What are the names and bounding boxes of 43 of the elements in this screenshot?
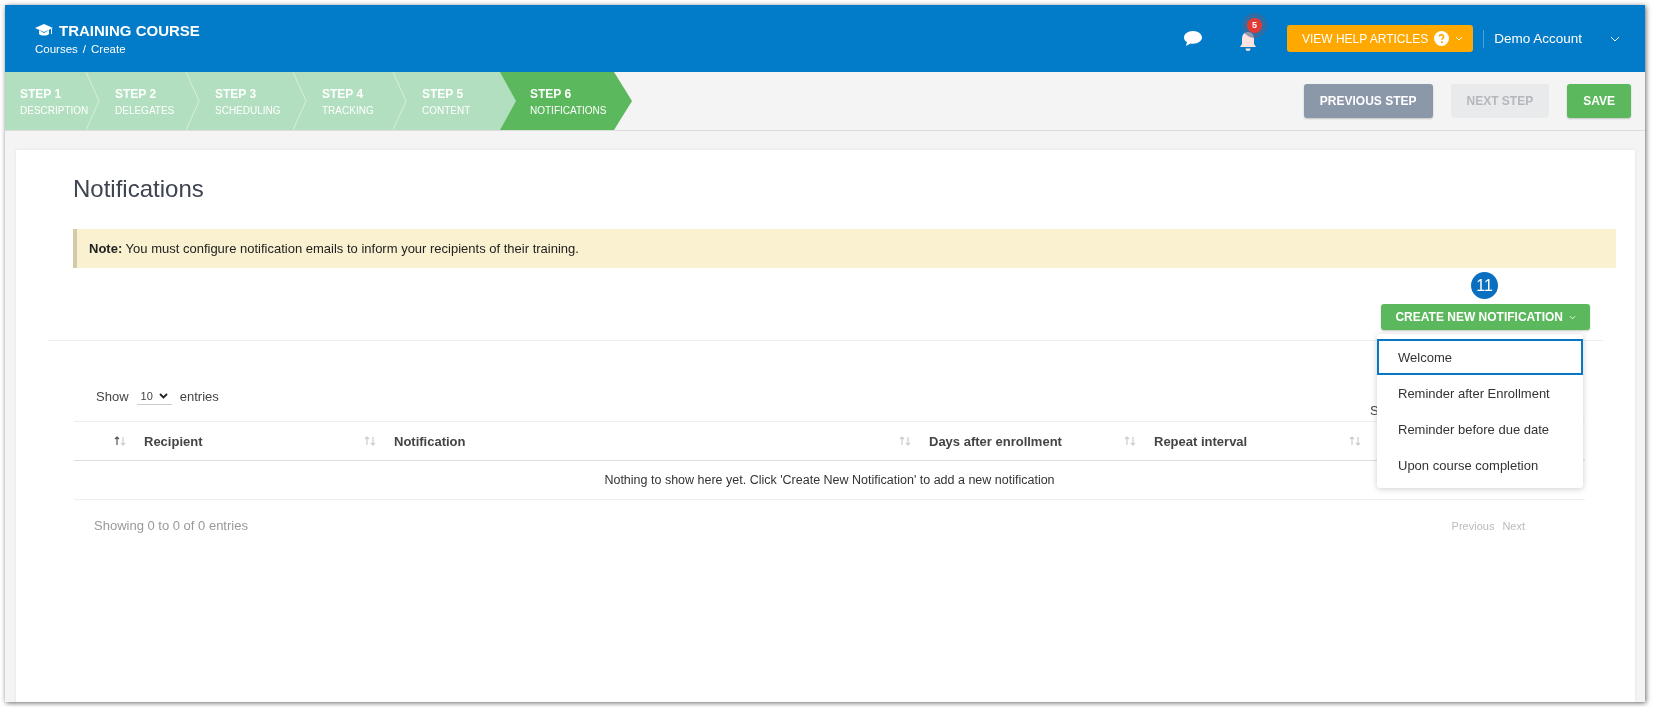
caret-icon bbox=[1569, 314, 1576, 320]
help-articles-button[interactable]: VIEW HELP ARTICLES bbox=[1286, 25, 1474, 52]
menu-item[interactable]: Reminder before due date bbox=[1377, 411, 1583, 447]
column-header[interactable]: Days after enrollment bbox=[929, 433, 1062, 449]
app-title: TRAINING COURSE bbox=[59, 22, 200, 39]
table-info: Showing 0 to 0 of 0 entries bbox=[94, 518, 248, 533]
caret-icon bbox=[158, 392, 168, 399]
chevron-icon bbox=[500, 72, 516, 130]
caret-icon[interactable] bbox=[1610, 35, 1620, 42]
create-notification-button[interactable]: CREATE NEW NOTIFICATION bbox=[1381, 304, 1590, 330]
step-tab[interactable]: STEP 6 NOTIFICATIONS bbox=[500, 72, 632, 130]
account-menu[interactable]: Demo Account bbox=[1494, 31, 1582, 46]
chevron-icon bbox=[86, 72, 100, 130]
column-header[interactable]: Repeat interval bbox=[1154, 433, 1248, 449]
column-header[interactable]: Recipient bbox=[144, 433, 203, 449]
step-tab[interactable]: STEP 3 SCHEDULING bbox=[200, 72, 307, 130]
graduation-cap-icon bbox=[35, 24, 53, 37]
page-title: Notifications bbox=[72, 174, 205, 204]
sort-icon[interactable] bbox=[114, 435, 126, 447]
show-label: Show bbox=[96, 388, 129, 404]
chat-icon[interactable] bbox=[1182, 30, 1203, 47]
step-callout: 11 bbox=[1471, 272, 1498, 299]
page-size-select[interactable]: 10 bbox=[136, 387, 172, 405]
notification-badge: 5 bbox=[1246, 17, 1262, 33]
breadcrumb-separator: / bbox=[82, 43, 87, 55]
save-button[interactable]: SAVE bbox=[1567, 84, 1631, 118]
caret-icon bbox=[1455, 36, 1464, 41]
step-tab[interactable]: STEP 2 DELEGATES bbox=[100, 72, 200, 130]
step-tab[interactable]: STEP 1 DESCRIPTION bbox=[5, 72, 100, 130]
note-text: Note: You must configure notification emails to inform your recipients of their training. bbox=[89, 241, 579, 256]
chevron-icon bbox=[393, 72, 407, 130]
step-tab[interactable]: STEP 4 TRACKING bbox=[307, 72, 407, 130]
chevron-icon bbox=[293, 72, 307, 130]
question-icon bbox=[1434, 31, 1450, 46]
menu-item[interactable]: Welcome bbox=[1377, 339, 1583, 375]
column-header[interactable]: Notification bbox=[394, 433, 466, 449]
chevron-icon bbox=[186, 72, 200, 130]
breadcrumb-current: Create bbox=[91, 43, 126, 55]
entries-label: entries bbox=[179, 388, 219, 404]
breadcrumb-link[interactable]: Courses bbox=[35, 43, 78, 55]
menu-item[interactable]: Reminder after Enrollment bbox=[1377, 375, 1583, 411]
menu-item[interactable]: Upon course completion bbox=[1377, 447, 1583, 483]
step-button[interactable]: PREVIOUS STEP bbox=[1303, 84, 1433, 118]
